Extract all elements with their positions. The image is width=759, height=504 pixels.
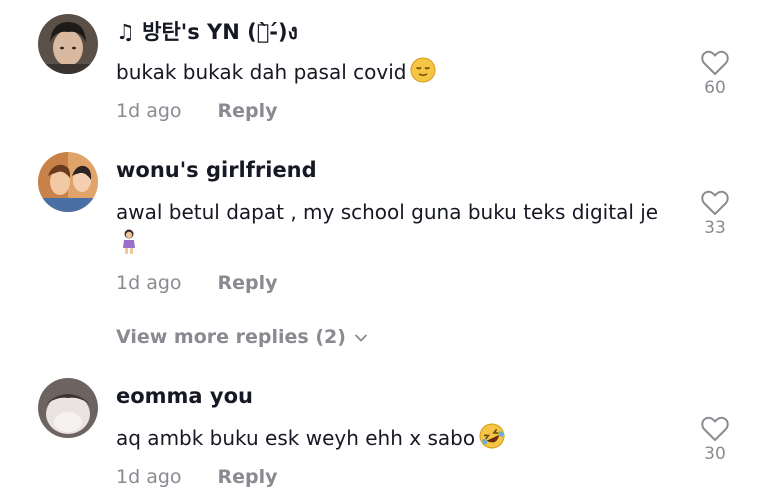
heart-icon bbox=[701, 190, 729, 215]
reply-button[interactable]: Reply bbox=[218, 272, 278, 294]
comment-text: aq ambk buku esk weyh ehh x sabo bbox=[116, 422, 676, 458]
comment-text: awal betul dapat , my school guna buku t… bbox=[116, 196, 676, 264]
heart-icon bbox=[701, 50, 729, 75]
comment-text-content: bukak bukak dah pasal covid bbox=[116, 60, 407, 84]
view-more-label: View more replies (2) bbox=[116, 326, 346, 348]
like-button[interactable]: 33 bbox=[694, 190, 736, 238]
like-button[interactable]: 60 bbox=[694, 50, 736, 98]
comment-text-content: awal betul dapat , my school guna buku t… bbox=[116, 200, 659, 224]
avatar[interactable] bbox=[38, 14, 98, 74]
avatar[interactable] bbox=[38, 378, 98, 438]
heart-icon bbox=[701, 416, 729, 441]
timestamp: 1d ago bbox=[116, 100, 182, 122]
like-count: 33 bbox=[704, 218, 726, 238]
comment-text: bukak bukak dah pasal covid bbox=[116, 56, 676, 92]
comment-meta: 1d ago Reply bbox=[116, 466, 278, 488]
rolling-laughing-emoji bbox=[479, 423, 505, 458]
comment-meta: 1d ago Reply bbox=[116, 100, 278, 122]
woman-standing-emoji bbox=[120, 229, 138, 264]
like-count: 60 bbox=[704, 78, 726, 98]
chevron-down-icon bbox=[354, 333, 368, 342]
like-count: 30 bbox=[704, 444, 726, 464]
relieved-face-emoji bbox=[410, 57, 436, 92]
username[interactable]: eomma you bbox=[116, 384, 253, 408]
view-more-replies-button[interactable]: View more replies (2) bbox=[116, 326, 368, 348]
avatar[interactable] bbox=[38, 152, 98, 212]
reply-button[interactable]: Reply bbox=[218, 466, 278, 488]
like-button[interactable]: 30 bbox=[694, 416, 736, 464]
comment-meta: 1d ago Reply bbox=[116, 272, 278, 294]
comment-text-content: aq ambk buku esk weyh ehh x sabo bbox=[116, 426, 476, 450]
comment-item: eomma you aq ambk buku esk weyh ehh x sa… bbox=[0, 368, 759, 504]
username[interactable]: ♫ 방탄's YN (ง̀-́)ง bbox=[116, 16, 298, 49]
timestamp: 1d ago bbox=[116, 466, 182, 488]
comment-item: ♫ 방탄's YN (ง̀-́)ง bukak bukak dah pasal … bbox=[0, 0, 759, 140]
username[interactable]: wonu's girlfriend bbox=[116, 158, 317, 182]
reply-button[interactable]: Reply bbox=[218, 100, 278, 122]
timestamp: 1d ago bbox=[116, 272, 182, 294]
comment-item: wonu's girlfriend awal betul dapat , my … bbox=[0, 140, 759, 320]
